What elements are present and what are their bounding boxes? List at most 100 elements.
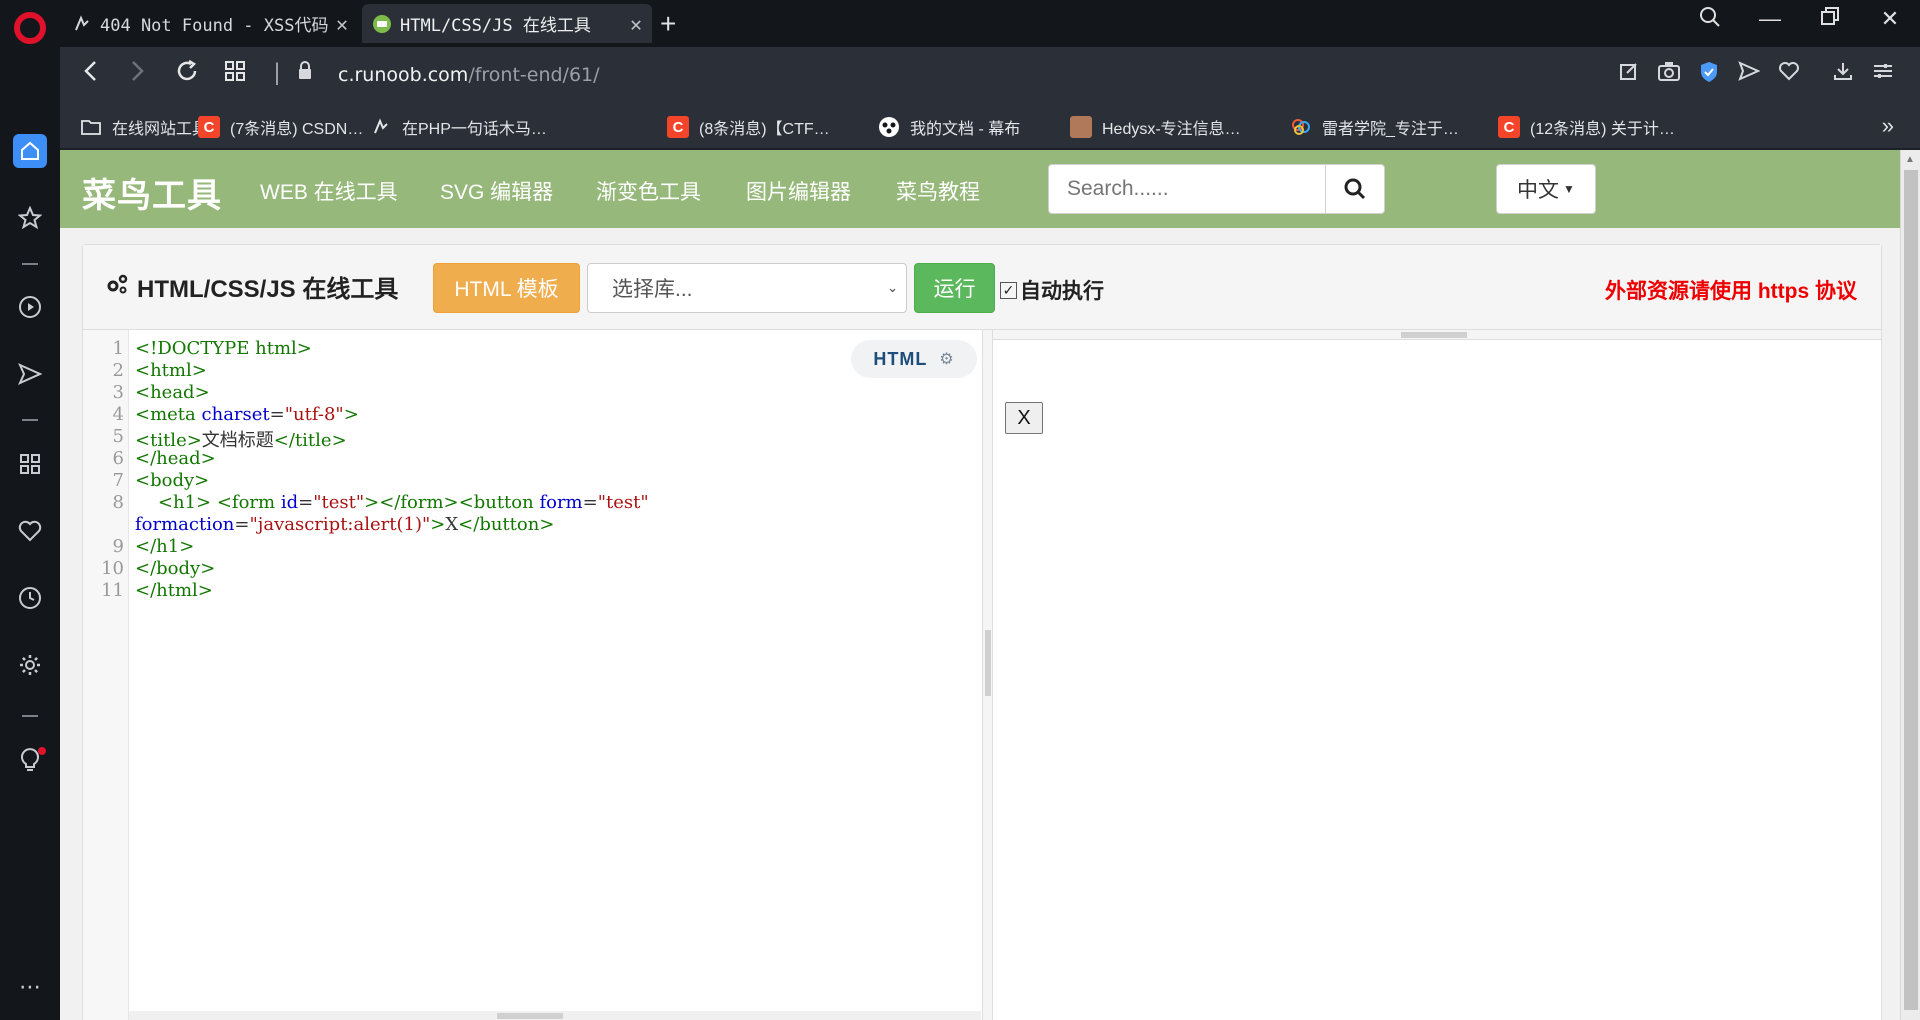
tab-search-icon[interactable] [1690, 6, 1730, 34]
auto-run-checkbox[interactable]: ✓ [1000, 281, 1017, 299]
cloud-icon [1290, 116, 1312, 138]
folder-icon [80, 116, 102, 138]
line-number: 9 [112, 536, 124, 557]
nav-link-runoob-tutorial[interactable]: 菜鸟教程 [896, 176, 980, 206]
language-dropdown[interactable]: 中文 ▼ [1496, 164, 1596, 214]
search-icon [1344, 178, 1366, 200]
search-button[interactable] [1325, 164, 1385, 214]
heart-icon[interactable] [1774, 61, 1804, 87]
bookmark-item[interactable]: C (12条消息) 关于计… [1498, 115, 1675, 139]
site-logo[interactable]: 菜鸟工具 [82, 168, 222, 217]
code-editor[interactable]: 1 2 3 4 5 6 7 8 9 10 11 <!DOCTYPE html> … [83, 330, 983, 1020]
close-window-icon[interactable]: ✕ [1870, 6, 1910, 32]
player-icon[interactable] [13, 290, 47, 324]
camera-icon[interactable] [1654, 61, 1684, 87]
opera-sidebar: ⋯ [0, 47, 60, 1020]
editor-horizontal-scrollbar[interactable] [129, 1011, 981, 1020]
split-pane-divider[interactable] [983, 330, 993, 1020]
star-icon[interactable] [13, 201, 47, 235]
opera-tab-icon [370, 116, 392, 138]
line-number: 2 [112, 360, 124, 381]
bookmarks-bar: 在线网站工具 C (7条消息) CSDN… 在PHP一句话木马… C (8条消息… [60, 105, 1920, 149]
shield-icon[interactable] [1694, 61, 1724, 89]
site-navbar: 菜鸟工具 WEB 在线工具 SVG 编辑器 渐变色工具 图片编辑器 菜鸟教程 中… [60, 150, 1900, 228]
bookmark-item[interactable]: 在PHP一句话木马… [370, 115, 547, 139]
nav-link-gradient-tool[interactable]: 渐变色工具 [596, 176, 701, 206]
more-dots-icon[interactable]: ⋯ [13, 970, 47, 1004]
search-input[interactable] [1048, 164, 1326, 214]
library-select[interactable]: 选择库... ⌄ [587, 263, 907, 313]
csdn-icon: C [198, 116, 220, 138]
speed-dial-grid-icon[interactable] [13, 447, 47, 481]
line-number: 8 [112, 492, 124, 513]
send-icon[interactable] [13, 357, 47, 391]
nav-link-svg-editor[interactable]: SVG 编辑器 [440, 176, 553, 206]
avatar-icon [1070, 116, 1092, 138]
gears-icon [105, 273, 129, 301]
resize-grip[interactable] [1401, 332, 1467, 338]
code-line: <html> [135, 360, 207, 381]
history-clock-icon[interactable] [13, 581, 47, 615]
url-text[interactable]: c.runoob.com/front-end/61/ [338, 64, 600, 86]
page-title: HTML/CSS/JS 在线工具 [105, 269, 398, 304]
bookmark-item[interactable]: 雷者学院_专注于… [1290, 115, 1459, 139]
page-viewport: 菜鸟工具 WEB 在线工具 SVG 编辑器 渐变色工具 图片编辑器 菜鸟教程 中… [60, 150, 1900, 1020]
line-number: 11 [101, 580, 124, 601]
easy-setup-sliders-icon[interactable] [1868, 61, 1898, 87]
heart-icon[interactable] [13, 514, 47, 548]
send-icon[interactable] [1734, 61, 1764, 87]
line-number: 6 [112, 448, 124, 469]
restore-window-icon[interactable] [1810, 6, 1850, 32]
sidebar-separator [22, 263, 38, 265]
opera-logo-icon[interactable] [14, 12, 46, 44]
resize-grip[interactable] [985, 630, 991, 696]
tab-html-css-js-tool[interactable]: HTML/CSS/JS 在线工具 ✕ [362, 4, 652, 43]
code-line: </head> [135, 448, 216, 469]
code-line: <meta charset="utf-8"> [135, 404, 359, 425]
tool-panel: HTML/CSS/JS 在线工具 HTML 模板 选择库... ⌄ 运行 ✓ 自… [82, 244, 1882, 1020]
bookmark-item[interactable]: 我的文档 - 幕布 [878, 115, 1020, 139]
tab-404-not-found[interactable]: 404 Not Found - XSS代码 ✕ [62, 4, 358, 43]
tab-close-icon[interactable]: ✕ [336, 12, 348, 36]
code-line: <head> [135, 382, 210, 403]
scrollbar-thumb[interactable] [1904, 170, 1918, 1010]
nav-link-web-tools[interactable]: WEB 在线工具 [260, 176, 398, 206]
line-number: 3 [112, 382, 124, 403]
tab-favicon-icon [372, 14, 392, 34]
preview-pane: X [993, 330, 1881, 1020]
bookmark-item[interactable]: C (7条消息) CSDN… [198, 115, 363, 139]
sidebar-separator [22, 419, 38, 421]
tab-close-icon[interactable]: ✕ [630, 12, 642, 36]
reload-icon[interactable] [170, 59, 204, 90]
scroll-up-arrow-icon[interactable]: ▲ [1905, 154, 1915, 165]
line-number: 10 [101, 558, 124, 579]
auto-run-toggle[interactable]: ✓ 自动执行 [1000, 275, 1104, 305]
forward-arrow-icon[interactable] [120, 59, 154, 90]
scrollbar-thumb[interactable] [497, 1013, 563, 1019]
bookmark-item[interactable]: 在线网站工具 [80, 115, 208, 139]
chevron-double-right-icon[interactable]: » [1882, 113, 1894, 139]
new-tab-plus-icon[interactable]: + [660, 8, 676, 40]
preview-x-button[interactable]: X [1005, 402, 1043, 434]
lock-icon[interactable] [288, 59, 322, 87]
home-icon[interactable] [13, 134, 47, 168]
bookmark-item[interactable]: Hedysx-专注信息… [1070, 115, 1241, 139]
download-icon[interactable] [1828, 61, 1858, 87]
settings-gear-icon[interactable] [13, 648, 47, 682]
auto-run-label: 自动执行 [1020, 280, 1104, 303]
page-vertical-scrollbar[interactable]: ▲ [1900, 150, 1920, 1020]
address-bar: | c.runoob.com/front-end/61/ [60, 47, 1920, 105]
editor-mode-badge[interactable]: HTML ⚙ [851, 340, 977, 378]
run-button[interactable]: 运行 [914, 263, 995, 313]
html-template-button[interactable]: HTML 模板 [433, 263, 580, 313]
back-arrow-icon[interactable] [74, 59, 108, 90]
tab-title: HTML/CSS/JS 在线工具 [400, 16, 591, 36]
easy-setup-icon[interactable] [1614, 61, 1644, 87]
settings-gear-icon[interactable]: ⚙ [939, 349, 954, 369]
preview-resize-bar[interactable] [993, 330, 1881, 340]
bookmark-item[interactable]: C (8条消息)【CTF… [667, 115, 830, 139]
minimize-icon[interactable]: — [1750, 6, 1790, 32]
speed-dial-grid-icon[interactable] [218, 59, 252, 90]
csdn-icon: C [667, 116, 689, 138]
nav-link-image-editor[interactable]: 图片编辑器 [746, 176, 851, 206]
